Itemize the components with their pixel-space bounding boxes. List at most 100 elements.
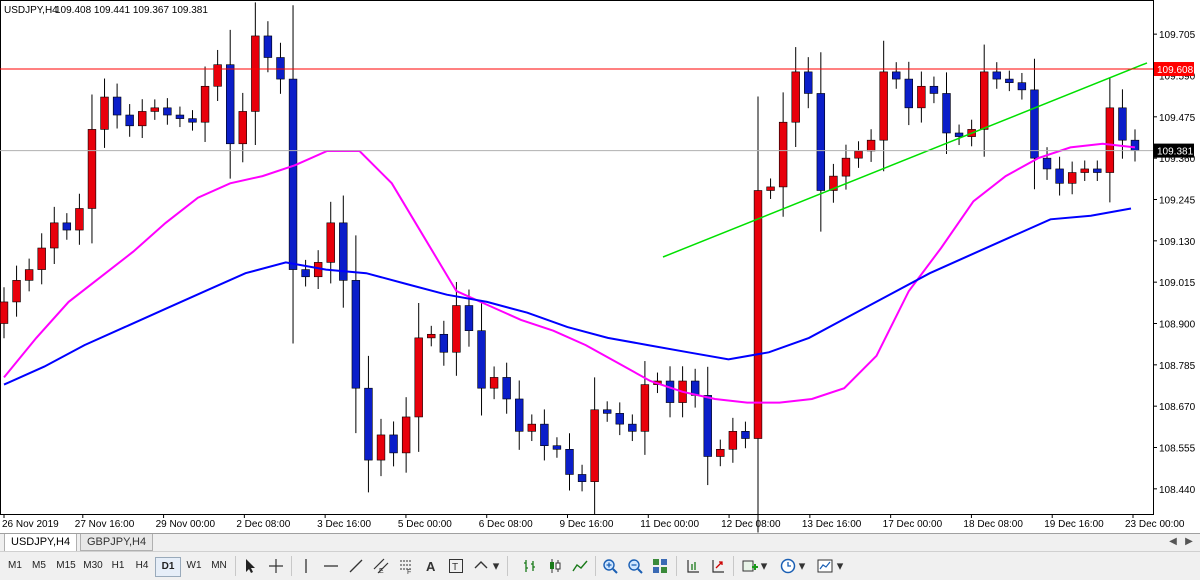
candle-body (1042, 157, 1052, 170)
candle-body (942, 93, 951, 134)
tile-windows-icon[interactable] (650, 556, 670, 576)
timeframe-h4[interactable]: H4 (131, 557, 153, 575)
autoscroll-icon[interactable] (708, 556, 728, 576)
tab-scroll-right-icon[interactable]: ▶ (1182, 535, 1196, 549)
candle-body (791, 71, 800, 123)
chevron-down-icon[interactable]: ▾ (758, 556, 770, 576)
svg-text:E: E (379, 568, 384, 574)
candle-body (125, 114, 134, 127)
fibonacci-icon[interactable]: F (396, 556, 416, 576)
cursor-icon[interactable] (240, 556, 260, 576)
candle-body (1130, 139, 1140, 151)
text-icon[interactable]: A (421, 556, 441, 576)
candle-body (238, 111, 247, 145)
candle-body (615, 413, 624, 425)
templates-icon[interactable] (815, 556, 835, 576)
candle-body (87, 129, 97, 209)
x-tick-label: 19 Dec 16:00 (1044, 519, 1104, 530)
toolbar-separator (507, 556, 508, 576)
x-tick-label: 18 Dec 08:00 (963, 519, 1023, 530)
candle-body (37, 247, 46, 270)
tab-label: GBPJPY,H4 (87, 536, 147, 548)
candle-body (1017, 82, 1027, 91)
candle-body (866, 139, 876, 152)
candle-body (389, 434, 398, 454)
x-tick-label: 13 Dec 16:00 (802, 519, 862, 530)
timeframe-m1[interactable]: M1 (4, 557, 26, 575)
candle-body (1105, 107, 1115, 173)
horizontal-line-icon[interactable] (321, 556, 341, 576)
candle-body (1030, 89, 1039, 159)
candle-body (1067, 172, 1077, 184)
bottom-toolbar: M1 M5 M15 M30 H1 H4 D1 W1 MN E F A T ▾ ▾… (0, 551, 1200, 580)
x-tick-label: 23 Dec 00:00 (1125, 519, 1185, 530)
candle-body (364, 387, 373, 461)
tab-gbpjpy-h4[interactable]: GBPJPY,H4 (80, 534, 154, 551)
y-tick-label: 109.130 (1159, 237, 1196, 248)
timeframe-m30[interactable]: M30 (80, 557, 106, 575)
line-chart-icon[interactable] (570, 556, 590, 576)
candle-body (464, 305, 474, 331)
zoom-out-icon[interactable] (625, 556, 645, 576)
toolbar-separator (235, 556, 236, 576)
timeframe-m5[interactable]: M5 (28, 557, 50, 575)
candle-body (62, 222, 72, 231)
zoom-in-icon[interactable] (600, 556, 620, 576)
candle-body (112, 96, 122, 116)
candle-body (263, 35, 273, 58)
x-tick-label: 11 Dec 00:00 (640, 519, 699, 530)
timeframe-w1[interactable]: W1 (183, 557, 205, 575)
equidistant-channel-icon[interactable]: E (371, 556, 391, 576)
text-label-icon[interactable]: T (446, 556, 466, 576)
candle-body (163, 107, 172, 116)
candle-body (251, 35, 260, 112)
candle-body (477, 330, 486, 389)
svg-text:T: T (452, 562, 458, 573)
bid-label: 109.381 (1157, 147, 1194, 158)
candle-body (427, 333, 436, 339)
candlestick-chart-icon[interactable] (545, 556, 565, 576)
candle-body (766, 186, 775, 191)
tab-scroll-left-icon[interactable]: ◀ (1166, 535, 1180, 549)
chevron-down-icon[interactable]: ▾ (796, 556, 808, 576)
chart-shift-icon[interactable] (683, 556, 703, 576)
chart-area[interactable]: 109.705 109.590 109.475 109.360 109.245 109.1… (0, 0, 1200, 533)
x-tick-label: 27 Nov 16:00 (75, 519, 135, 530)
x-tick-label: 2 Dec 08:00 (236, 519, 290, 530)
candle-body (351, 280, 361, 389)
x-tick-label: 17 Dec 00:00 (883, 519, 943, 530)
chevron-down-icon[interactable]: ▾ (834, 556, 846, 576)
timeframe-m15[interactable]: M15 (53, 557, 79, 575)
timeframe-d1[interactable]: D1 (155, 557, 181, 577)
bar-chart-icon[interactable] (520, 556, 540, 576)
tab-usdjpy-h4[interactable]: USDJPY,H4 (4, 534, 78, 552)
candle-body (590, 409, 599, 482)
candle-body (816, 93, 826, 191)
chart-tabs: USDJPY,H4 GBPJPY,H4 ◀ ▶ (0, 533, 1200, 552)
candle-body (854, 150, 863, 159)
candle-body (439, 333, 449, 353)
x-tick-label: 3 Dec 16:00 (317, 519, 371, 530)
trendline-icon[interactable] (346, 556, 366, 576)
periods-clock-icon[interactable] (778, 556, 798, 576)
chevron-down-icon[interactable]: ▾ (490, 556, 502, 576)
vertical-line-icon[interactable] (296, 556, 316, 576)
y-tick-label: 108.900 (1159, 319, 1196, 330)
candle-body (879, 71, 888, 141)
indicators-icon[interactable] (740, 556, 760, 576)
candle-body (1093, 168, 1102, 173)
candle-body (540, 423, 549, 447)
timeframe-mn[interactable]: MN (207, 557, 231, 575)
arrows-icon[interactable] (471, 556, 491, 576)
timeframe-h1[interactable]: H1 (107, 557, 129, 575)
crosshair-icon[interactable] (266, 556, 286, 576)
candle-body (401, 416, 411, 454)
x-tick-label: 12 Dec 08:00 (721, 519, 781, 530)
toolbar-separator (291, 556, 292, 576)
svg-text:F: F (407, 569, 411, 574)
candle-body (1055, 168, 1064, 184)
header-ohlc: 109.408 109.441 109.367 109.381 (55, 5, 208, 16)
x-tick-label: 9 Dec 16:00 (560, 519, 614, 530)
price-chart[interactable]: 109.705109.590109.475109.360109.245109.1… (0, 0, 1200, 533)
y-tick-label: 108.555 (1159, 444, 1196, 455)
